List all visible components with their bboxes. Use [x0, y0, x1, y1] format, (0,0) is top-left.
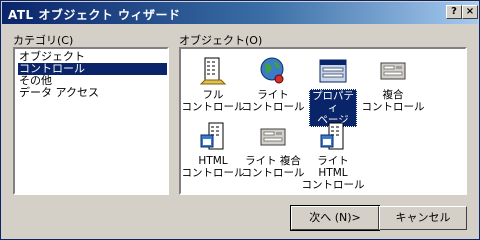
object-lite-html-control[interactable]: ライト HTML コントロール: [301, 121, 365, 191]
object-list[interactable]: フル コントロール ライト コントロール プロパティ ページ 複合 コントロール…: [179, 47, 467, 195]
objects-label: オブジェクト(O): [179, 34, 263, 47]
object-label: 複合 コントロール: [361, 89, 425, 113]
close-button[interactable]: ×: [462, 5, 478, 19]
object-lite-composite-control[interactable]: ライト 複合 コントロール: [241, 121, 305, 181]
title-bar[interactable]: ATL オブジェクト ウィザード ? ×: [2, 2, 478, 24]
category-item-data-access[interactable]: データ アクセス: [18, 87, 167, 99]
property-page-icon: [319, 59, 347, 83]
dialog-window: ATL オブジェクト ウィザード ? × カテゴリ(C) オブジェクト(O) オ…: [0, 0, 480, 240]
object-property-page[interactable]: プロパティ ページ: [301, 55, 365, 127]
help-button[interactable]: ?: [446, 5, 462, 19]
composite-control-icon: [380, 62, 406, 80]
lite-html-control-icon: [320, 122, 344, 150]
object-html-control[interactable]: HTML コントロール: [181, 121, 245, 181]
object-label: ライト コントロール: [241, 89, 305, 113]
object-composite-control[interactable]: 複合 コントロール: [361, 55, 425, 115]
object-label: フル コントロール: [181, 89, 245, 113]
lite-composite-control-icon: [260, 128, 286, 146]
object-lite-control[interactable]: ライト コントロール: [241, 55, 305, 115]
next-button[interactable]: 次へ (N)>: [290, 205, 380, 231]
object-full-control[interactable]: フル コントロール: [181, 55, 245, 115]
html-control-icon: [200, 122, 224, 150]
category-list[interactable]: オブジェクト コントロール その他 データ アクセス: [13, 47, 169, 195]
lite-control-icon: [260, 57, 284, 84]
cancel-button[interactable]: キャンセル: [379, 206, 467, 230]
category-label: カテゴリ(C): [13, 34, 74, 47]
object-label: ライト HTML コントロール: [301, 155, 365, 191]
object-label: ライト 複合 コントロール: [241, 155, 305, 179]
object-label: HTML コントロール: [181, 155, 245, 179]
full-control-icon: [199, 57, 227, 85]
window-title: ATL オブジェクト ウィザード: [8, 8, 181, 22]
